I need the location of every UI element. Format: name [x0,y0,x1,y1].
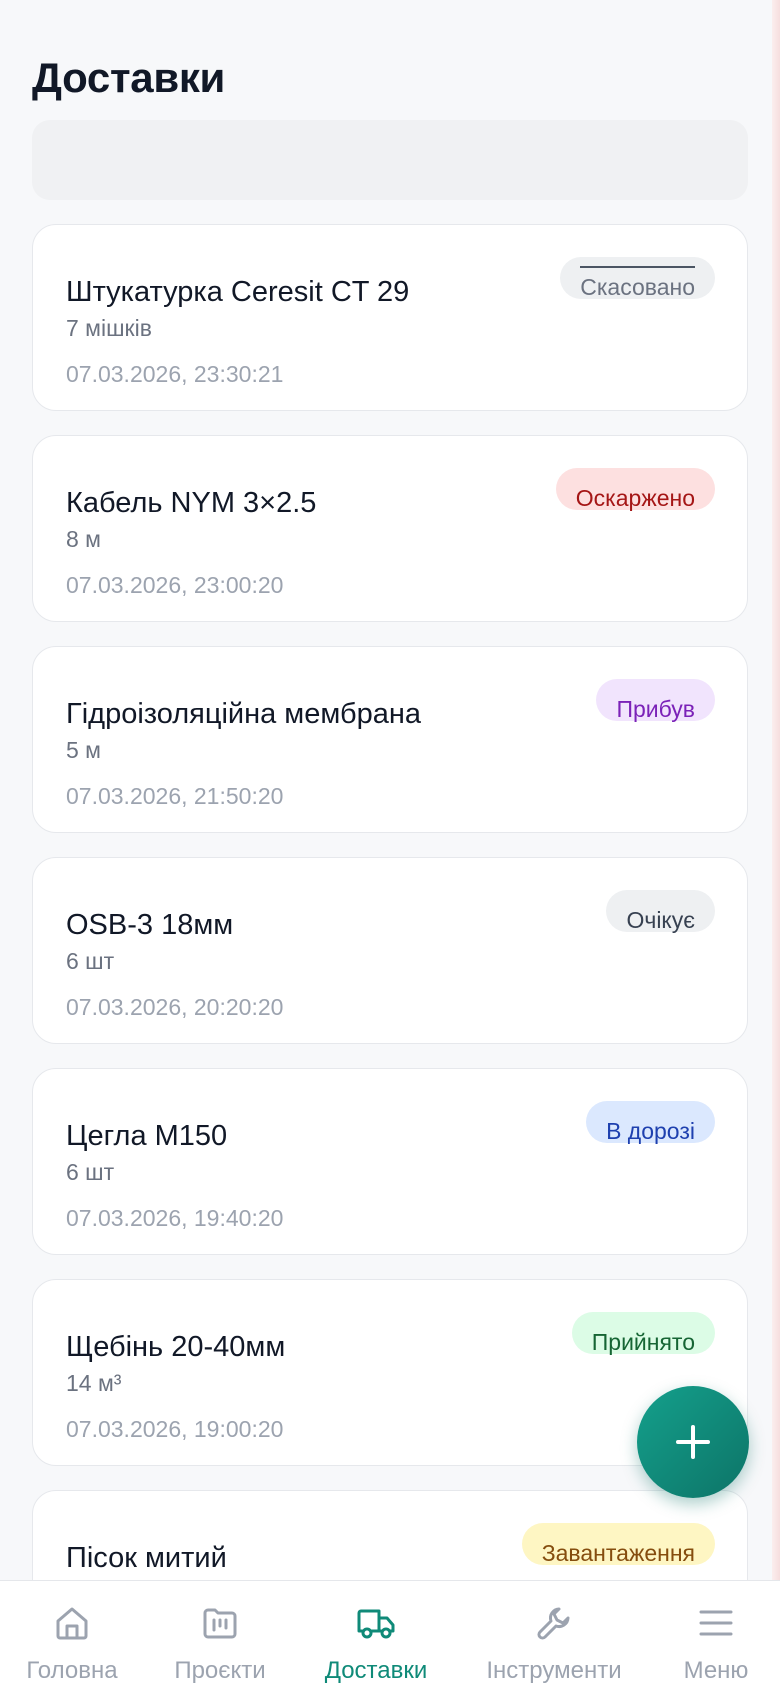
tab-label: Доставки [324,1657,428,1684]
delivery-datetime: 07.03.2026, 23:00:20 [66,572,284,598]
deliveries-list: Штукатурка Ceresit CT 29 7 мішків 07.03.… [32,224,748,1688]
status-badge-label: Прийнято [591,1329,695,1355]
tab-tools[interactable]: Інструменти [478,1581,630,1688]
status-badge-label: Очікує [626,907,695,933]
delivery-datetime: 07.03.2026, 19:40:20 [66,1205,284,1231]
status-badge: Скасовано [560,257,715,300]
delivery-quantity: 7 мішків [66,315,152,341]
wrench-icon [537,1607,570,1640]
menu-icon [699,1610,733,1636]
projects-icon [203,1608,237,1639]
delivery-name: Гідроізоляційна мембрана [66,698,421,730]
status-badge: Очікує [606,890,715,933]
delivery-card[interactable]: Штукатурка Ceresit CT 29 7 мішків 07.03.… [32,224,748,411]
delivery-datetime: 07.03.2026, 23:30:21 [66,361,284,387]
status-badge-label: Оскаржено [575,485,695,511]
tab-projects[interactable]: Проєкти [166,1581,274,1688]
tab-label: Інструменти [486,1657,622,1684]
status-badge-label: Скасовано [580,274,695,300]
status-badge-label: Прибув [616,696,695,722]
status-badge: Оскаржено [555,468,715,511]
status-badge: В дорозі [586,1101,715,1144]
status-badge: Прибув [596,679,715,722]
status-badge-label: Завантаження [541,1540,695,1566]
delivery-quantity: 5 м [66,737,101,763]
delivery-quantity: 6 шт [66,948,115,974]
tab-label: Меню [683,1657,749,1684]
delivery-name: Цегла М150 [66,1120,228,1152]
status-badge-label: В дорозі [606,1118,695,1144]
delivery-name: OSB-3 18мм [66,909,234,941]
delivery-datetime: 07.03.2026, 20:20:20 [66,994,284,1020]
tab-label: Головна [26,1657,118,1684]
delivery-quantity: 14 м³ [66,1370,122,1396]
page-title: Доставки [32,54,226,101]
screen-edge [772,0,780,1688]
tab-menu[interactable]: Меню [674,1581,758,1688]
delivery-datetime: 07.03.2026, 21:50:20 [66,783,284,809]
tab-home[interactable]: Головна [22,1581,122,1688]
delivery-card[interactable]: Кабель NYM 3×2.5 8 м 07.03.2026, 23:00:2… [32,435,748,622]
status-badge: Прийнято [571,1312,715,1355]
search-input[interactable] [32,120,748,200]
delivery-quantity: 8 м [66,526,101,552]
delivery-card[interactable]: Цегла М150 6 шт 07.03.2026, 19:40:20 В д… [32,1068,748,1255]
delivery-datetime: 07.03.2026, 19:00:20 [66,1416,284,1442]
bottom-tab-bar: Головна Проєкти Доставки Інструменти Мен… [0,1580,780,1688]
delivery-name: Щебінь 20-40мм [66,1331,286,1363]
delivery-name: Пісок митий [66,1542,227,1574]
delivery-quantity: 6 шт [66,1159,115,1185]
status-badge: Завантаження [521,1523,715,1566]
home-icon [56,1607,88,1640]
tab-label: Проєкти [174,1657,266,1684]
truck-icon [357,1609,395,1639]
delivery-name: Штукатурка Ceresit CT 29 [66,276,410,308]
add-delivery-button[interactable] [637,1386,749,1498]
delivery-name: Кабель NYM 3×2.5 [66,487,317,519]
delivery-card[interactable]: Гідроізоляційна мембрана 5 м 07.03.2026,… [32,646,748,833]
strike-line [580,266,695,268]
tab-deliveries[interactable]: Доставки [318,1581,434,1688]
delivery-card[interactable]: OSB-3 18мм 6 шт 07.03.2026, 20:20:20 Очі… [32,857,748,1044]
plus-icon [676,1425,710,1459]
